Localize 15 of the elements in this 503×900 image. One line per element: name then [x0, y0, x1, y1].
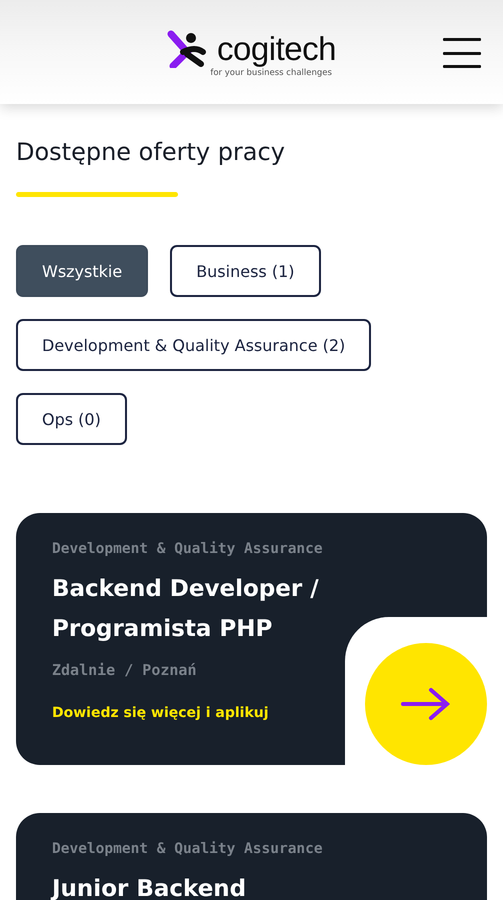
filter-button[interactable]: Business (1)	[170, 245, 320, 297]
job-location: Zdalnie / Poznań	[52, 661, 198, 679]
logo-icon	[167, 30, 208, 68]
filter-button[interactable]: Ops (0)	[16, 393, 127, 445]
section-title: Dostępne oferty pracy	[16, 138, 286, 166]
job-category: Development & Quality Assurance	[52, 841, 324, 857]
arrow-icon	[401, 687, 451, 721]
tagline: for your business challenges	[210, 68, 332, 78]
job-title: Backend Developer / Programista PHP	[52, 575, 320, 644]
menu-icon[interactable]	[443, 38, 481, 68]
logo-text: cogitech	[217, 30, 336, 68]
filter-button[interactable]: Wszystkie	[16, 245, 148, 297]
filter-button[interactable]: Development & Quality Assurance (2)	[16, 319, 372, 371]
job-category: Development & Quality Assurance	[52, 541, 324, 557]
apply-link[interactable]: Dowiedz się więcej i aplikuj	[52, 705, 269, 721]
